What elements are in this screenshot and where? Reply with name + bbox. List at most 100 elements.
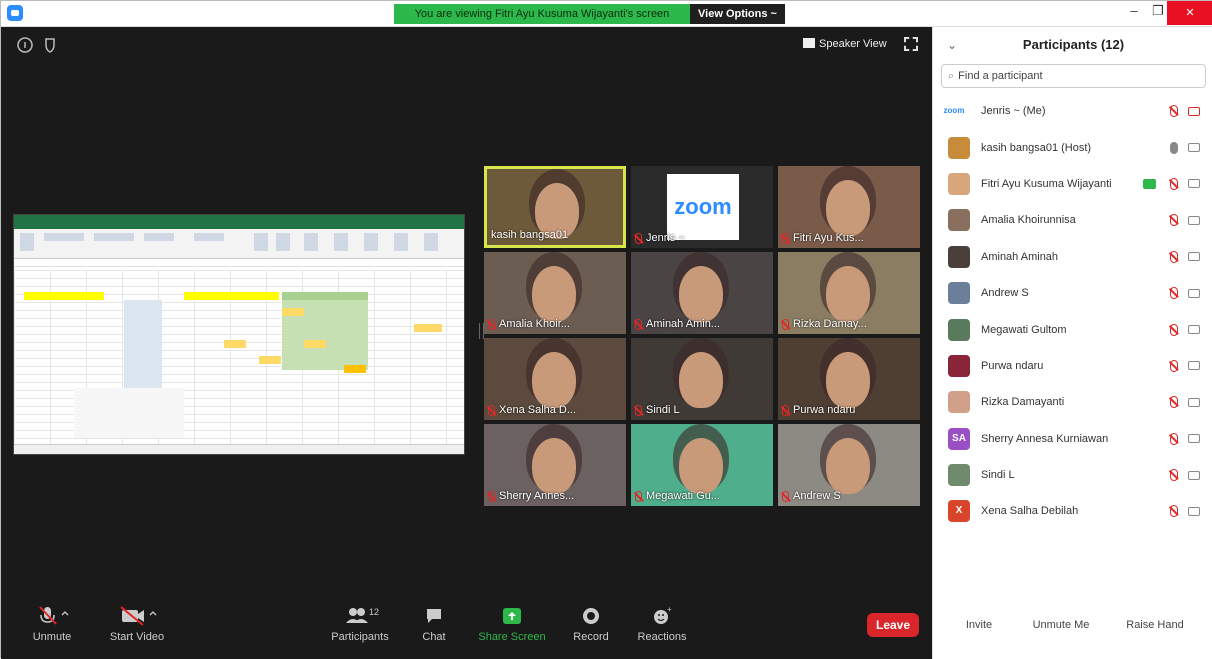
record-label: Record [573,631,609,643]
tile-name-label: Fitri Ayu Kus... [782,232,864,244]
chat-button[interactable]: Chat [414,605,454,643]
avatar: X [948,500,970,523]
tile-name: Aminah Amin... [646,318,720,330]
tile-name-label: Megawati Gu... [635,490,720,502]
video-tile[interactable]: Aminah Amin... [631,252,773,334]
video-tile[interactable]: zoom Jenris ~ [631,166,773,248]
video-tile[interactable]: Megawati Gu... [631,424,773,506]
participant-row[interactable]: kasih bangsa01 (Host) [933,129,1212,165]
video-icon [1188,288,1200,298]
tile-name-label: Xena Salha D... [488,404,576,416]
participant-name: Megawati Gultom [981,323,1067,336]
tile-name: Sindi L [646,404,680,416]
participant-row[interactable]: Aminah Aminah [933,239,1212,275]
video-icon [1188,470,1200,480]
participants-panel: ⌄ Participants (12) ⌕ Find a participant … [932,27,1212,659]
meeting-info-icons[interactable] [16,36,68,54]
video-tile[interactable]: kasih bangsa01 [484,166,626,248]
mic-muted-icon [635,490,642,502]
mic-muted-icon [1170,287,1178,300]
participant-row[interactable]: Megawati Gultom [933,311,1212,347]
participant-video [679,438,723,494]
video-tile[interactable]: Amalia Khoir... [484,252,626,334]
participant-row[interactable]: X Xena Salha Debilah [933,493,1212,529]
participant-video [826,438,870,494]
participant-row[interactable]: Amalia Khoirunnisa [933,202,1212,238]
mic-muted-icon [488,318,495,330]
tile-name-label: Amalia Khoir... [488,318,570,330]
zoom-logo-icon [7,5,23,21]
mic-muted-icon [782,318,789,330]
participant-row[interactable]: zoom Jenris ~ (Me) [933,93,1212,129]
reactions-button[interactable]: + Reactions [634,605,690,643]
video-icon [1188,361,1200,371]
participant-name: Purwa ndaru [981,359,1044,372]
start-video-button[interactable]: Start Video [101,605,173,643]
participant-row[interactable]: Purwa ndaru [933,348,1212,384]
participant-name: Rizka Damayanti [981,396,1065,409]
avatar [948,354,970,377]
video-tile[interactable]: Purwa ndaru [778,338,920,420]
participants-icon [349,608,357,616]
invite-button[interactable]: Invite [955,613,1003,637]
video-icon [1188,325,1200,335]
mic-muted-icon [1170,214,1178,227]
video-tile[interactable]: Sindi L [631,338,773,420]
tile-name: Rizka Damay... [793,318,867,330]
record-button[interactable]: Record [569,605,613,643]
participant-row[interactable]: SA Sherry Annesa Kurniawan [933,421,1212,457]
tile-name: Jenris ~ [646,232,685,244]
tile-name: kasih bangsa01 [491,229,569,241]
participant-name: Xena Salha Debilah [981,505,1079,518]
participant-list: zoom Jenris ~ (Me) kasih bangsa01 (Host) Fi… [933,93,1212,530]
video-icon [1188,397,1200,407]
fullscreen-icon[interactable] [904,37,918,51]
participant-video [679,352,723,408]
chevron-down-icon[interactable]: ⌄ [947,27,957,63]
grid-icon [803,38,815,48]
tile-name-label: Aminah Amin... [635,318,720,330]
participant-name: Amalia Khoirunnisa [981,214,1076,227]
tile-name: Purwa ndaru [793,404,856,416]
participant-row[interactable]: Andrew S [933,275,1212,311]
unmute-button[interactable]: Unmute [23,605,81,643]
video-tile[interactable]: Sherry Annes... [484,424,626,506]
participant-row[interactable]: Sindi L [933,457,1212,493]
participant-row[interactable]: Rizka Damayanti [933,384,1212,420]
participant-video [679,266,723,322]
video-tile[interactable]: Xena Salha D... [484,338,626,420]
shared-screen[interactable] [13,214,465,455]
speaker-view-button[interactable]: Speaker View [803,35,895,53]
mic-muted-icon [635,318,642,330]
participant-video [532,266,576,322]
leave-button[interactable]: Leave [867,613,919,637]
participant-row[interactable]: Fitri Ayu Kusuma Wijayanti [933,166,1212,202]
mic-muted-icon [635,232,642,244]
panel-header: ⌄ Participants (12) [933,27,1212,63]
view-options-button[interactable]: View Options ~ [690,4,785,24]
mic-muted-icon [782,232,789,244]
avatar [948,391,970,414]
video-tile[interactable]: Andrew S [778,424,920,506]
tile-name-label: kasih bangsa01 [491,229,568,241]
raise-hand-button[interactable]: Raise Hand [1119,613,1191,637]
mic-muted-icon [782,490,789,502]
unmute-me-button[interactable]: Unmute Me [1021,613,1101,637]
video-tile[interactable]: Fitri Ayu Kus... [778,166,920,248]
avatar: SA [948,427,970,450]
tile-name: Megawati Gu... [646,490,720,502]
close-icon[interactable]: ✕ [1167,1,1212,25]
tile-name: Xena Salha D... [499,404,577,416]
share-screen-label: Share Screen [478,631,546,643]
participants-button[interactable]: 12 Participants [328,605,392,643]
viewing-screen-banner: You are viewing Fitri Ayu Kusuma Wijayan… [394,4,690,24]
share-screen-button[interactable]: Share Screen [475,605,549,643]
mic-icon [1170,141,1178,154]
mic-muted-icon [782,404,789,416]
participant-search-input[interactable]: ⌕ Find a participant [941,64,1206,88]
avatar [948,136,970,159]
video-tile[interactable]: Rizka Damay... [778,252,920,334]
participant-name: Sindi L [981,469,1015,482]
mic-muted-icon [1170,396,1178,409]
search-placeholder: Find a participant [958,70,1043,82]
